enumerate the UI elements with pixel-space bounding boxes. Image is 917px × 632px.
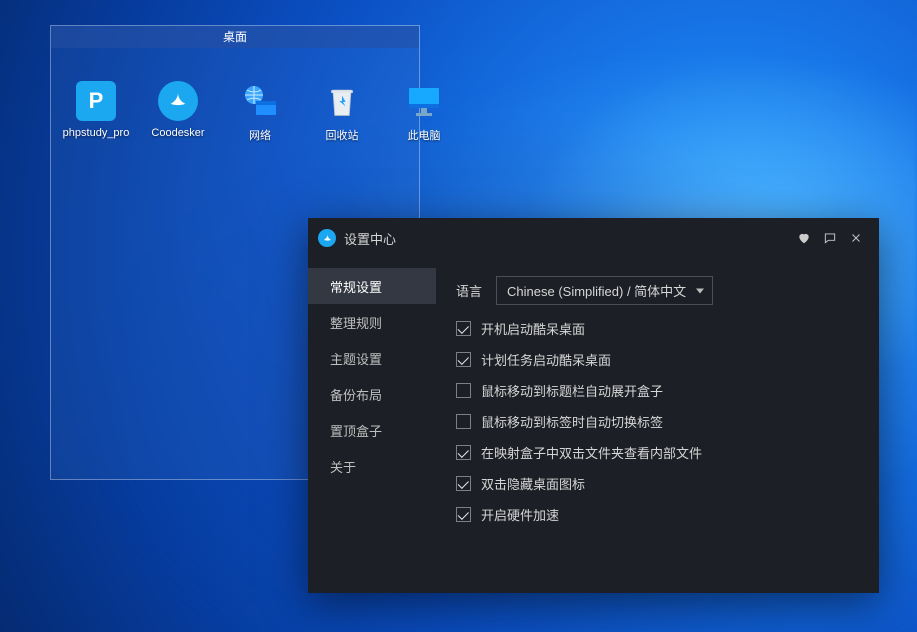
recycle-bin-icon [322,81,362,121]
checkbox-icon [456,352,471,367]
dock-icon-row: P phpstudy_pro Coodesker 网络 [66,81,454,143]
dock-title[interactable]: 桌面 [51,26,419,48]
like-button[interactable] [791,225,817,251]
icon-label: Coodesker [151,127,204,139]
checkbox-label: 开启硬件加速 [481,505,559,524]
sidebar-item-general[interactable]: 常规设置 [308,268,436,304]
icon-phpstudy-pro[interactable]: P phpstudy_pro [66,81,126,143]
icon-network[interactable]: 网络 [230,81,290,143]
icon-label: 网络 [249,127,271,143]
checkbox-icon [456,507,471,522]
checkbox-label: 开机启动酷呆桌面 [481,319,585,338]
checkbox-label: 双击隐藏桌面图标 [481,474,585,493]
check-taskstart[interactable]: 计划任务启动酷呆桌面 [456,350,859,369]
check-hover-switch-tab[interactable]: 鼠标移动到标签时自动切换标签 [456,412,859,431]
checkbox-icon [456,414,471,429]
sail-icon [158,81,198,121]
close-button[interactable] [843,225,869,251]
sidebar-item-about[interactable]: 关于 [308,448,436,484]
window-title: 设置中心 [344,229,396,248]
checkbox-label: 计划任务启动酷呆桌面 [481,350,611,369]
icon-label: 此电脑 [408,127,441,143]
titlebar[interactable]: 设置中心 [308,218,879,258]
checkbox-icon [456,383,471,398]
checkbox-label: 鼠标移动到标题栏自动展开盒子 [481,381,663,400]
network-icon [240,81,280,121]
icon-coodesker[interactable]: Coodesker [148,81,208,143]
checkbox-icon [456,476,471,491]
checkbox-label: 在映射盒子中双击文件夹查看内部文件 [481,443,702,462]
app-logo-icon [318,229,336,247]
check-hw-accel[interactable]: 开启硬件加速 [456,505,859,524]
checkbox-icon [456,445,471,460]
sidebar: 常规设置 整理规则 主题设置 备份布局 置顶盒子 关于 [308,258,436,593]
check-autostart[interactable]: 开机启动酷呆桌面 [456,319,859,338]
check-hover-expand[interactable]: 鼠标移动到标题栏自动展开盒子 [456,381,859,400]
sidebar-item-rules[interactable]: 整理规则 [308,304,436,340]
check-dblclick-folder[interactable]: 在映射盒子中双击文件夹查看内部文件 [456,443,859,462]
language-value: Chinese (Simplified) / 简体中文 [507,284,686,299]
icon-recycle-bin[interactable]: 回收站 [312,81,372,143]
icon-label: phpstudy_pro [63,127,130,139]
icon-this-pc[interactable]: 此电脑 [394,81,454,143]
checkbox-label: 鼠标移动到标签时自动切换标签 [481,412,663,431]
sidebar-item-pinbox[interactable]: 置顶盒子 [308,412,436,448]
language-label: 语言 [456,281,482,300]
sidebar-item-theme[interactable]: 主题设置 [308,340,436,376]
feedback-button[interactable] [817,225,843,251]
settings-window: 设置中心 常规设置 整理规则 主题设置 备份布局 置顶盒子 关于 语言 Chin… [308,218,879,593]
monitor-icon [404,81,444,121]
icon-label: 回收站 [326,127,359,143]
check-dblclick-hide-icons[interactable]: 双击隐藏桌面图标 [456,474,859,493]
language-select[interactable]: Chinese (Simplified) / 简体中文 [496,276,713,305]
checkbox-icon [456,321,471,336]
sidebar-item-backup[interactable]: 备份布局 [308,376,436,412]
settings-content: 语言 Chinese (Simplified) / 简体中文 开机启动酷呆桌面 … [436,258,879,593]
app-letter-p-icon: P [76,81,116,121]
